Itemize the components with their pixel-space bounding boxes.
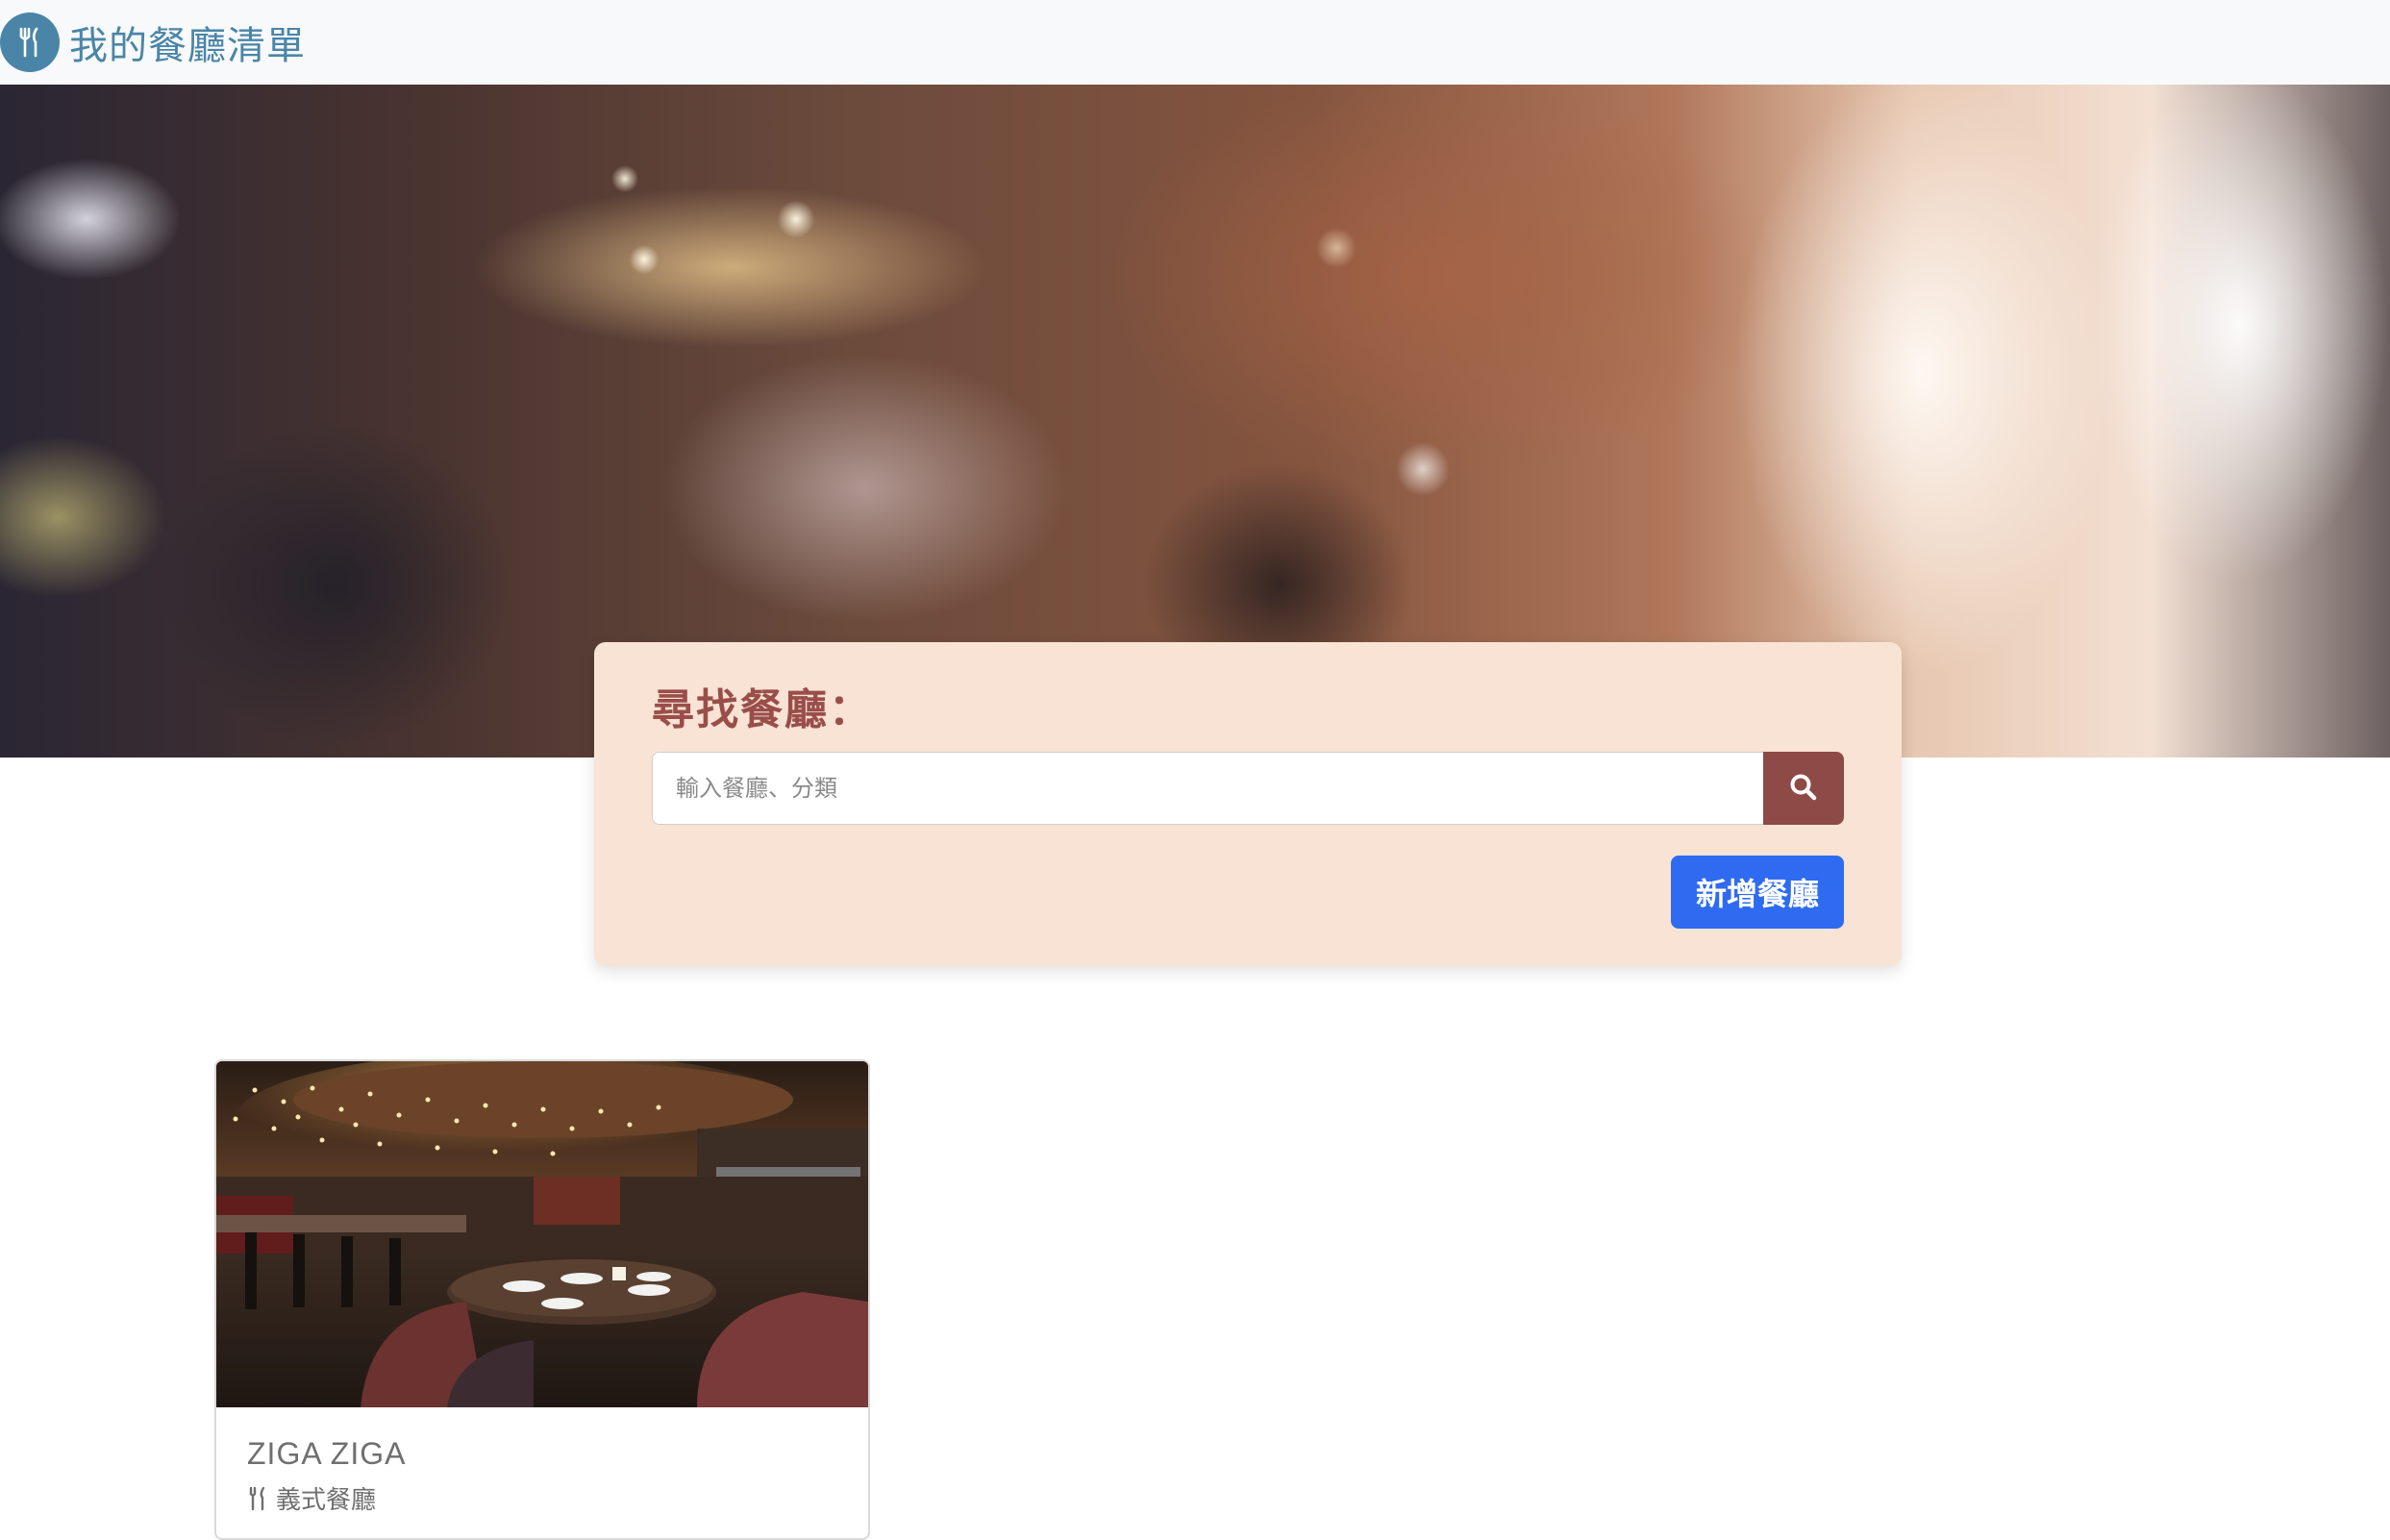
search-input[interactable] <box>652 752 1763 825</box>
utensils-icon <box>0 12 60 72</box>
restaurant-photo <box>216 1061 868 1407</box>
search-panel: 尋找餐廳： 新增餐廳 <box>594 642 1902 966</box>
brand-link[interactable]: 我的餐廳清單 <box>0 12 306 72</box>
brand-title: 我的餐廳清單 <box>69 24 306 68</box>
restaurant-name: ZIGA ZIGA <box>247 1436 407 1471</box>
search-icon <box>1788 772 1819 806</box>
restaurant-card[interactable]: ZIGA ZIGA 義式餐廳 <box>214 1059 870 1540</box>
utensils-icon <box>247 1486 268 1511</box>
search-button[interactable] <box>1763 752 1844 825</box>
restaurant-category: 義式餐廳 <box>247 1480 376 1516</box>
navbar: 我的餐廳清單 <box>0 0 2390 85</box>
restaurant-category-label: 義式餐廳 <box>276 1486 377 1515</box>
search-title: 尋找餐廳： <box>652 685 873 734</box>
add-restaurant-button[interactable]: 新增餐廳 <box>1671 856 1844 929</box>
